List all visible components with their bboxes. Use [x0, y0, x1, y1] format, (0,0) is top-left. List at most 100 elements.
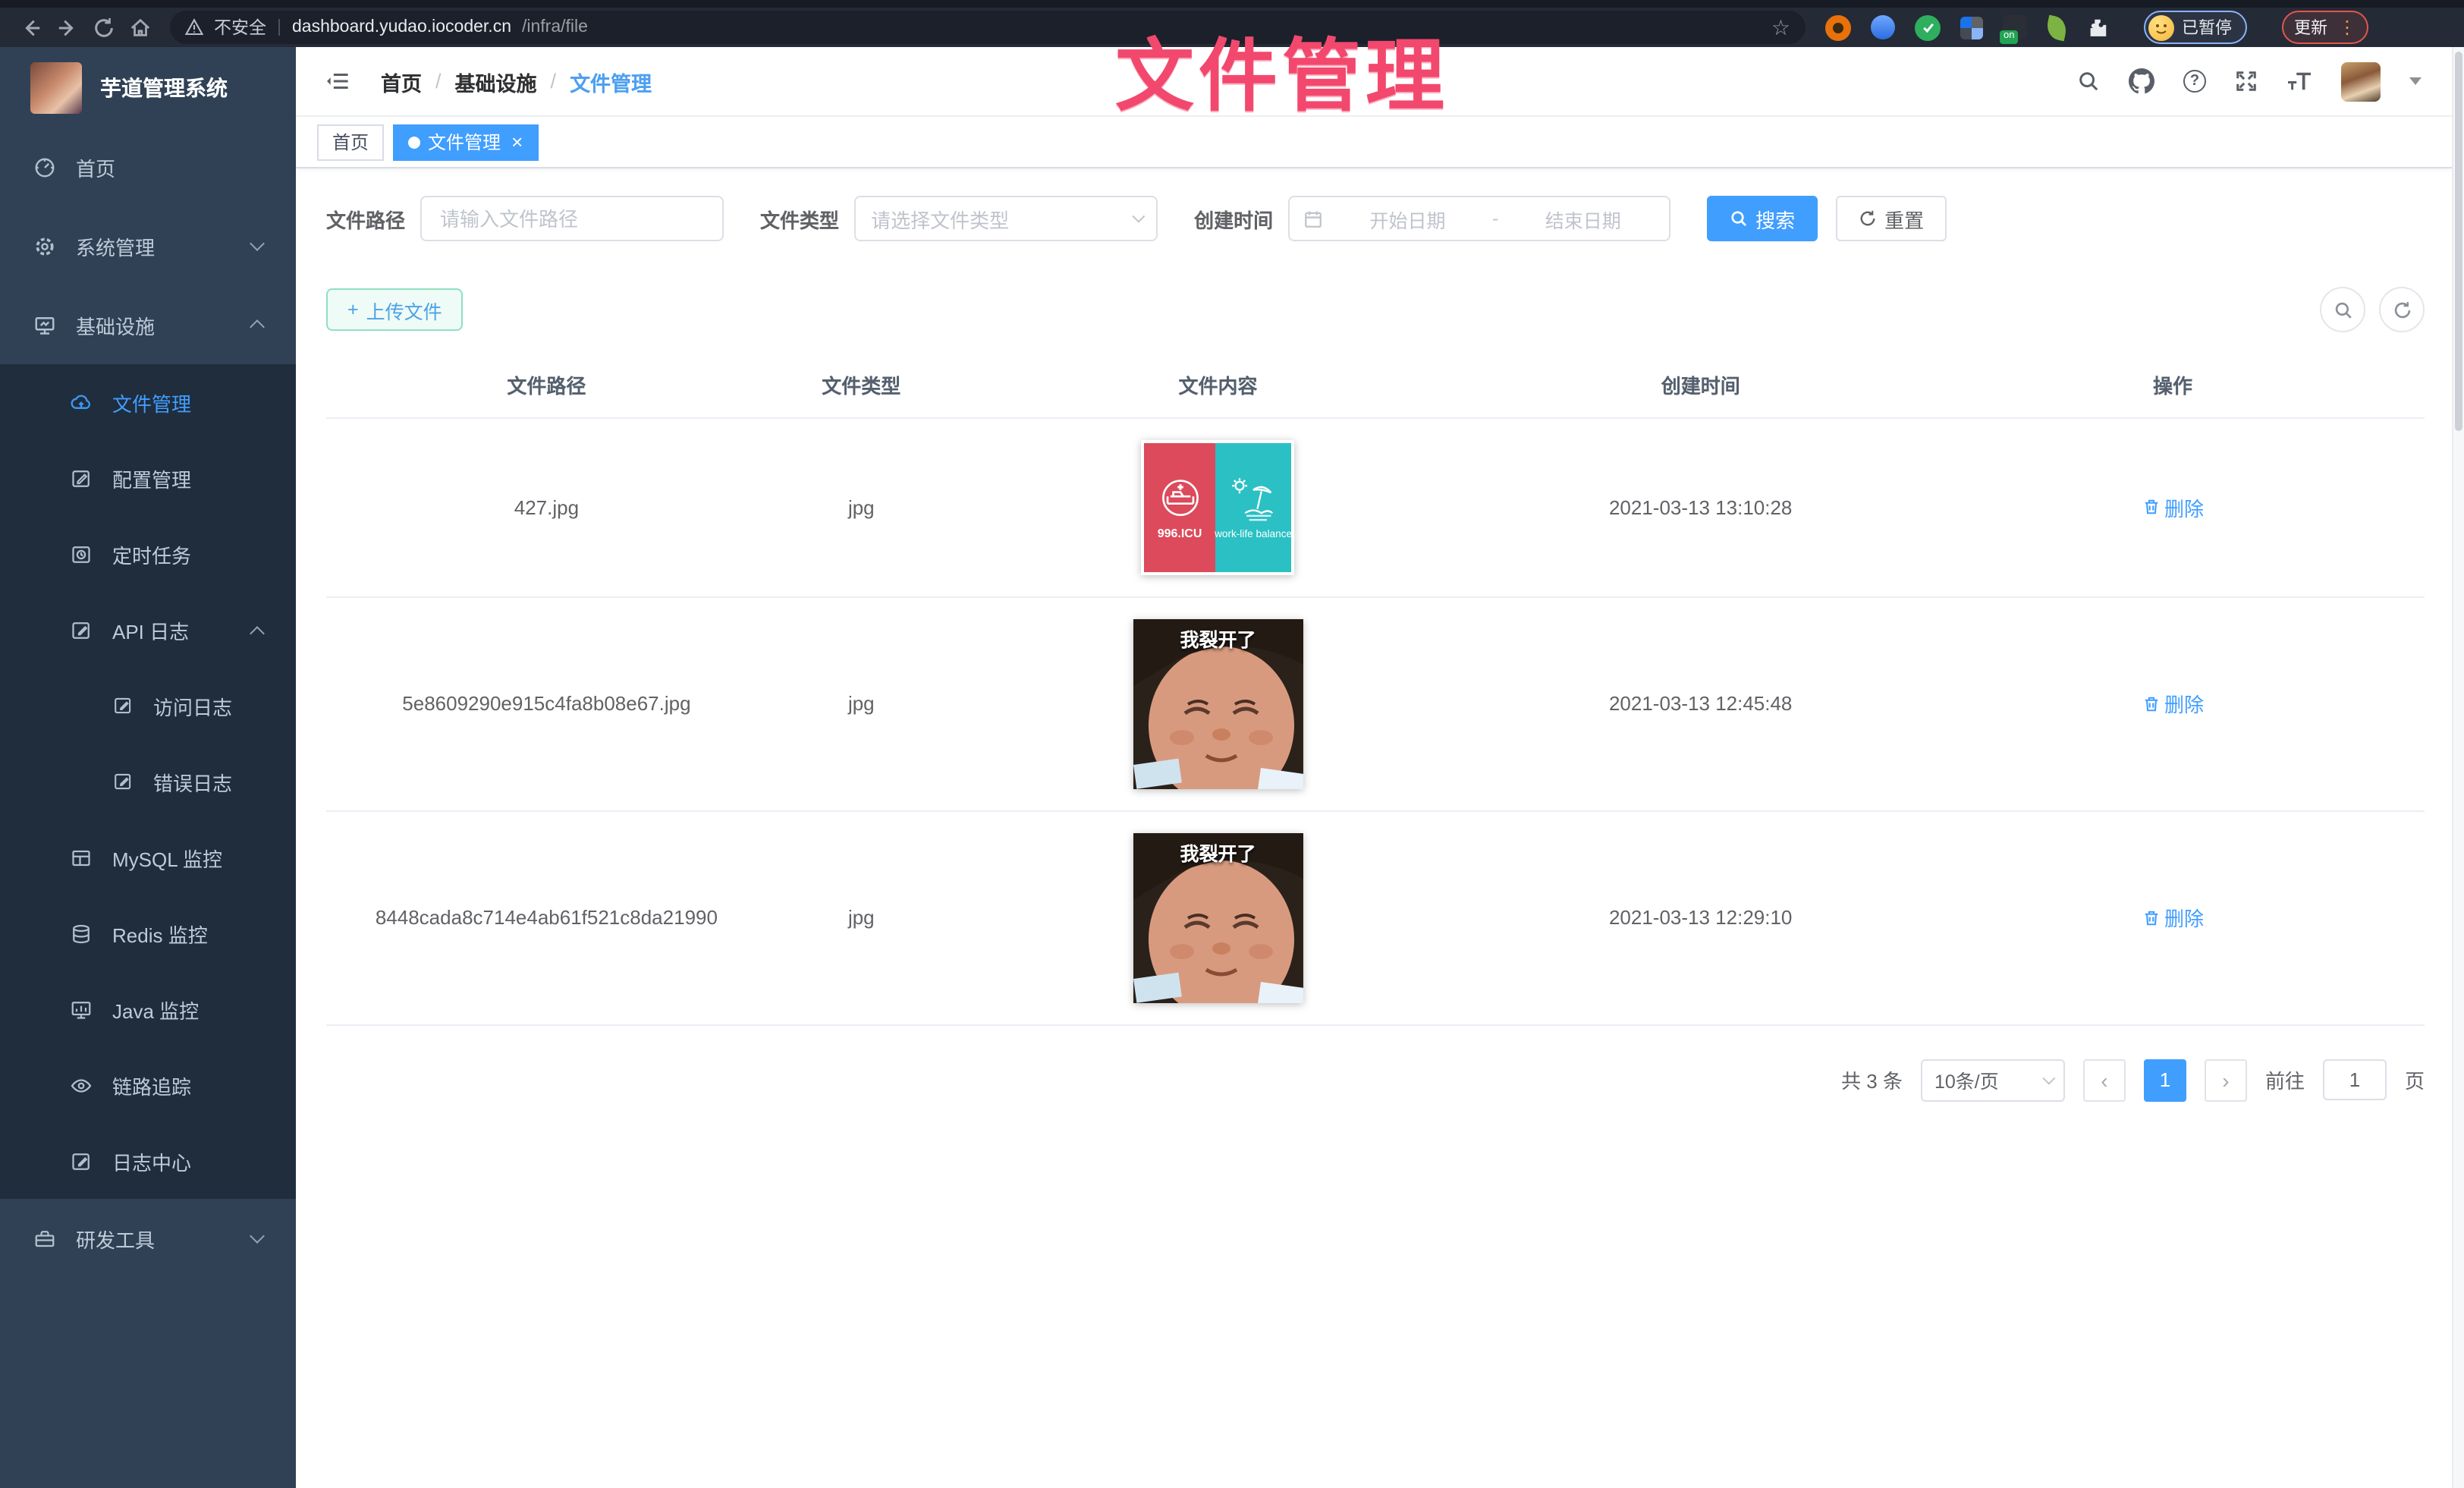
- reload-icon: [92, 16, 115, 39]
- tab-file-management[interactable]: 文件管理 ×: [393, 124, 538, 160]
- extension-orange-icon[interactable]: [1825, 14, 1851, 40]
- page-scrollbar[interactable]: [2452, 47, 2464, 1488]
- header-search-button[interactable]: [2077, 70, 2100, 93]
- user-avatar[interactable]: [2341, 61, 2381, 101]
- file-type-select[interactable]: 请选择文件类型: [854, 196, 1158, 241]
- user-menu-caret-icon[interactable]: [2409, 77, 2422, 85]
- column-file-content: 文件内容: [956, 354, 1481, 417]
- current-page-button[interactable]: 1: [2144, 1059, 2186, 1101]
- font-size-button[interactable]: [2286, 70, 2312, 93]
- app-logo[interactable]: 芋道管理系统: [0, 47, 296, 127]
- scrollbar-thumb[interactable]: [2455, 52, 2462, 431]
- page-size-select[interactable]: 10条/页: [1921, 1059, 2065, 1101]
- trash-icon: [2142, 694, 2160, 713]
- tab-home[interactable]: 首页: [317, 124, 384, 160]
- chevron-down-icon: [1132, 210, 1145, 223]
- screen: 不安全 | dashboard.yudao.iocoder.cn/infra/f…: [0, 0, 2464, 1488]
- sidebar-collapse-button[interactable]: [317, 61, 357, 101]
- address-bar[interactable]: 不安全 | dashboard.yudao.iocoder.cn/infra/f…: [170, 11, 1806, 44]
- extension-green-check-icon[interactable]: [1915, 14, 1941, 40]
- file-type-label: 文件类型: [760, 204, 839, 233]
- sidebar-item-mysql-monitor[interactable]: MySQL 监控: [0, 820, 296, 895]
- sidebar-item-infrastructure[interactable]: 基础设施: [0, 285, 296, 364]
- home-icon: [128, 16, 151, 39]
- sidebar-item-error-logs[interactable]: 错误日志: [0, 744, 296, 820]
- start-date-placeholder[interactable]: 开始日期: [1335, 204, 1480, 233]
- search-button[interactable]: 搜索: [1707, 196, 1818, 241]
- column-file-path: 文件路径: [326, 354, 767, 417]
- next-page-button[interactable]: ›: [2205, 1059, 2247, 1101]
- paused-extension-badge[interactable]: 已暂停: [2144, 11, 2247, 44]
- cloud-upload-icon: [70, 391, 93, 414]
- app-title: 芋道管理系统: [100, 72, 228, 102]
- extension-blue-drop-icon[interactable]: [1871, 15, 1895, 39]
- breadcrumb-separator: /: [435, 70, 442, 93]
- question-icon: ?: [2183, 70, 2206, 93]
- edit-icon: [70, 467, 93, 489]
- file-preview-996icu[interactable]: 996.ICU work-life balance: [1142, 439, 1295, 574]
- sidebar-item-java-monitor[interactable]: Java 监控: [0, 971, 296, 1047]
- sidebar-item-system-management[interactable]: 系统管理: [0, 206, 296, 285]
- sidebar-item-dev-tools[interactable]: 研发工具: [0, 1199, 296, 1278]
- cell-create-time: 2021-03-13 13:10:28: [1480, 417, 1921, 596]
- sidebar-item-home[interactable]: 首页: [0, 127, 296, 206]
- file-path-label: 文件路径: [326, 204, 405, 233]
- sidebar-item-scheduled-jobs[interactable]: 定时任务: [0, 516, 296, 592]
- delete-button[interactable]: 删除: [2142, 492, 2204, 521]
- browser-menu-kebab-icon[interactable]: ⋮: [2338, 18, 2356, 36]
- extensions-puzzle-icon[interactable]: [2086, 16, 2109, 39]
- extension-grid-icon[interactable]: [1960, 16, 1983, 39]
- file-preview-baby-meme[interactable]: 我裂开了: [1133, 832, 1303, 1002]
- goto-label: 前往: [2265, 1065, 2305, 1094]
- column-file-type: 文件类型: [767, 354, 956, 417]
- reset-button[interactable]: 重置: [1836, 196, 1947, 241]
- breadcrumb-home[interactable]: 首页: [381, 66, 422, 96]
- sidebar-item-config-management[interactable]: 配置管理: [0, 440, 296, 516]
- sidebar-item-file-management[interactable]: 文件管理: [0, 364, 296, 440]
- sidebar-item-access-logs[interactable]: 访问日志: [0, 668, 296, 744]
- files-table: 文件路径 文件类型 文件内容 创建时间 操作 427.jpg jpg: [326, 354, 2425, 1025]
- next-arrow-icon: ›: [2222, 1068, 2229, 1092]
- date-range-picker[interactable]: 开始日期 - 结束日期: [1288, 196, 1670, 241]
- url-path: /infra/file: [522, 18, 588, 36]
- logo-image: [30, 61, 82, 113]
- upload-file-button[interactable]: + 上传文件: [326, 288, 464, 331]
- work-life-balance-teal-panel: work-life balance: [1215, 442, 1292, 571]
- goto-page-input[interactable]: [2323, 1059, 2387, 1100]
- column-create-time: 创建时间: [1480, 354, 1921, 417]
- bookmark-star-icon[interactable]: ☆: [1771, 17, 1790, 38]
- sidebar-item-link-tracing[interactable]: 链路追踪: [0, 1047, 296, 1123]
- sidebar: 芋道管理系统 首页 系统管理 基础设施 文件管理 配置管理: [0, 47, 296, 1488]
- sidebar-item-redis-monitor[interactable]: Redis 监控: [0, 895, 296, 971]
- eye-icon: [70, 1074, 93, 1096]
- docs-help-button[interactable]: ?: [2183, 70, 2206, 93]
- browser-reload-button[interactable]: [85, 9, 121, 46]
- monitor-chart-icon: [70, 998, 93, 1021]
- browser-update-button[interactable]: 更新 ⋮: [2282, 11, 2368, 44]
- prev-page-button[interactable]: ‹: [2083, 1059, 2126, 1101]
- extension-switch-icon[interactable]: on: [2003, 15, 2027, 39]
- fullscreen-icon: [2235, 70, 2258, 93]
- browser-back-button[interactable]: [12, 9, 49, 46]
- toggle-search-button[interactable]: [2320, 287, 2365, 332]
- sidebar-item-api-logs[interactable]: API 日志: [0, 592, 296, 668]
- tab-close-icon[interactable]: ×: [511, 132, 523, 152]
- browser-forward-button[interactable]: [49, 9, 85, 46]
- browser-home-button[interactable]: [121, 9, 158, 46]
- table-toolbar: + 上传文件: [326, 287, 2425, 332]
- table-row: 8448cada8c714e4ab61f521c8da21990 jpg: [326, 810, 2425, 1024]
- delete-button[interactable]: 删除: [2142, 903, 2204, 932]
- sidebar-item-log-center[interactable]: 日志中心: [0, 1123, 296, 1199]
- breadcrumb-infrastructure[interactable]: 基础设施: [455, 66, 537, 96]
- cell-file-type: jpg: [767, 810, 956, 1024]
- file-preview-baby-meme[interactable]: 我裂开了: [1133, 618, 1303, 788]
- fullscreen-button[interactable]: [2235, 70, 2258, 93]
- file-path-input[interactable]: [420, 196, 724, 241]
- end-date-placeholder[interactable]: 结束日期: [1510, 204, 1655, 233]
- refresh-table-button[interactable]: [2379, 287, 2425, 332]
- search-icon: [1730, 209, 1748, 228]
- chevron-up-icon: [250, 626, 265, 641]
- github-link-button[interactable]: [2129, 68, 2154, 94]
- delete-button[interactable]: 删除: [2142, 689, 2204, 718]
- extension-leaf-icon[interactable]: [2044, 14, 2069, 41]
